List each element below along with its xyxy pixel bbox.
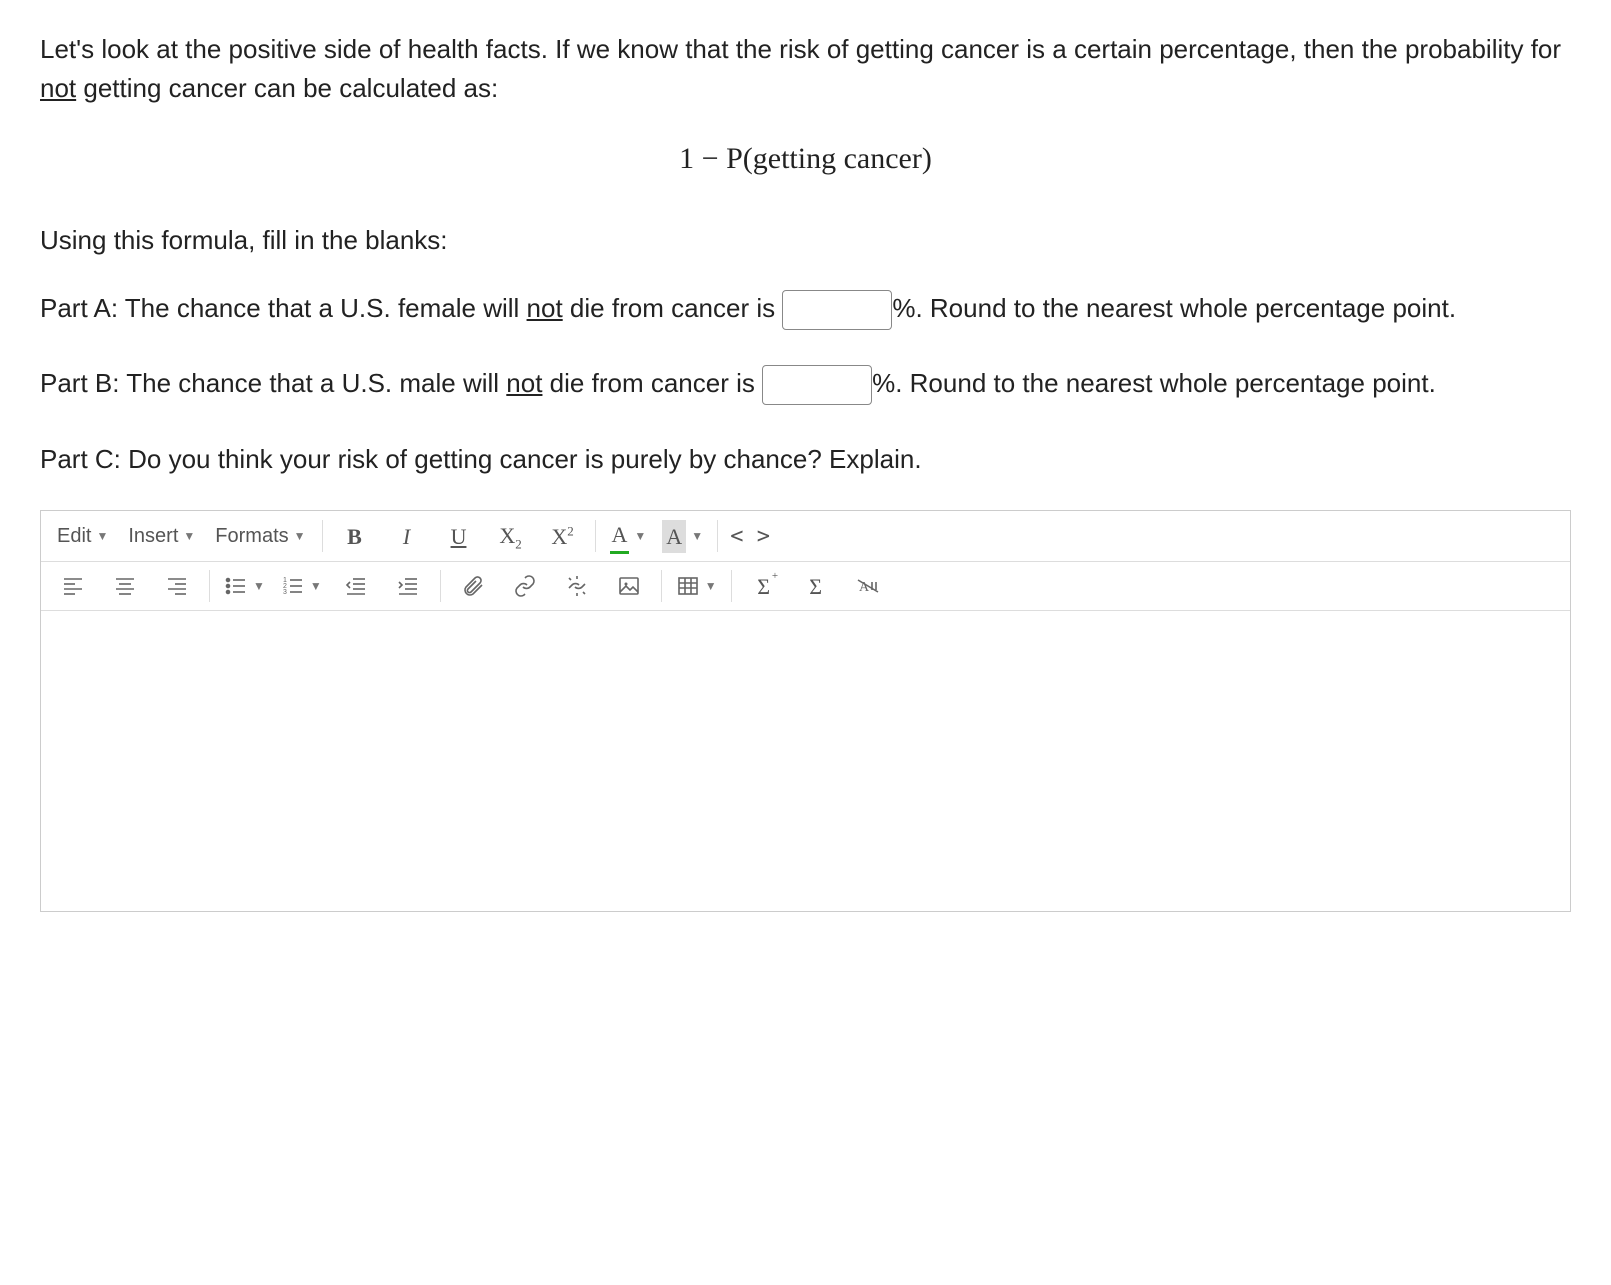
image-button[interactable] [603,566,655,606]
strike-code-icon: A [856,574,880,598]
bold-icon: B [347,520,362,553]
caret-down-icon: ▼ [705,577,717,595]
image-icon [617,574,641,598]
underline-button[interactable]: U [433,516,485,556]
insert-menu-label: Insert [128,521,178,551]
superscript-button[interactable]: X2 [537,516,589,556]
attachment-button[interactable] [447,566,499,606]
part-b-post: %. Round to the nearest whole percentage… [872,368,1436,398]
equation-new-button[interactable]: Σ+ [738,566,790,606]
bg-color-button[interactable]: A ▼ [654,516,711,556]
caret-down-icon: ▼ [253,577,265,595]
bg-color-icon: A [662,520,686,553]
bold-button[interactable]: B [329,516,381,556]
intro-not: not [40,73,76,103]
part-b-pre: Part B: The chance that a U.S. male will [40,368,506,398]
link-button[interactable] [499,566,551,606]
subscript-icon: X2 [499,519,521,554]
part-b-input[interactable] [762,365,872,405]
sigma-icon: Σ [809,570,822,603]
subscript-button[interactable]: X2 [485,516,537,556]
numbered-list-button[interactable]: 123 ▼ [273,566,330,606]
caret-down-icon: ▼ [634,527,646,545]
italic-button[interactable]: I [381,516,433,556]
numbered-list-icon: 123 [281,574,305,598]
align-left-button[interactable] [47,566,99,606]
sigma-plus-icon: Σ+ [757,570,770,603]
link-icon [513,574,537,598]
unlink-button[interactable] [551,566,603,606]
rich-text-editor: Edit ▼ Insert ▼ Formats ▼ B I U X2 X2 A … [40,510,1571,912]
strikethrough-code-button[interactable]: A [842,566,894,606]
equation-button[interactable]: Σ [790,566,842,606]
indent-button[interactable] [382,566,434,606]
edit-menu[interactable]: Edit ▼ [47,515,118,557]
intro-text-a: Let's look at the positive side of healt… [40,34,1561,64]
part-a-post: %. Round to the nearest whole percentage… [892,293,1456,323]
insert-menu[interactable]: Insert ▼ [118,515,205,557]
align-left-icon [61,574,85,598]
separator [595,520,596,552]
part-b-not: not [506,368,542,398]
formats-menu[interactable]: Formats ▼ [205,515,315,557]
superscript-icon: X2 [551,520,573,553]
bullet-list-icon [224,574,248,598]
formula: 1 − P(getting cancer) [40,136,1571,181]
part-a-input[interactable] [782,290,892,330]
separator [717,520,718,552]
separator [440,570,441,602]
separator [209,570,210,602]
separator [731,570,732,602]
part-c: Part C: Do you think your risk of gettin… [40,435,1571,484]
instruction: Using this formula, fill in the blanks: [40,221,1571,260]
part-b-mid: die from cancer is [542,368,762,398]
caret-down-icon: ▼ [310,577,322,595]
code-icon: < > [730,520,770,553]
intro-text-b: getting cancer can be calculated as: [76,73,498,103]
edit-menu-label: Edit [57,521,91,551]
paperclip-icon [461,574,485,598]
intro-paragraph: Let's look at the positive side of healt… [40,30,1571,108]
caret-down-icon: ▼ [183,527,195,545]
italic-icon: I [403,520,410,553]
separator [661,570,662,602]
caret-down-icon: ▼ [96,527,108,545]
align-right-icon [165,574,189,598]
align-center-button[interactable] [99,566,151,606]
svg-text:3: 3 [283,589,287,596]
part-a-not: not [527,293,563,323]
code-button[interactable]: < > [724,516,776,556]
toolbar-row-2: ▼ 123 ▼ ▼ Σ+ [41,562,1570,611]
part-a-mid: die from cancer is [563,293,783,323]
separator [322,520,323,552]
formats-menu-label: Formats [215,521,288,551]
caret-down-icon: ▼ [294,527,306,545]
part-a-pre: Part A: The chance that a U.S. female wi… [40,293,527,323]
outdent-button[interactable] [330,566,382,606]
underline-icon: U [451,520,467,553]
align-center-icon [113,574,137,598]
table-button[interactable]: ▼ [668,566,725,606]
table-icon [676,574,700,598]
outdent-icon [344,574,368,598]
align-right-button[interactable] [151,566,203,606]
bullet-list-button[interactable]: ▼ [216,566,273,606]
text-color-button[interactable]: A ▼ [602,516,655,556]
unlink-icon [565,574,589,598]
indent-icon [396,574,420,598]
part-b: Part B: The chance that a U.S. male will… [40,359,1571,408]
caret-down-icon: ▼ [691,527,703,545]
editor-body[interactable] [41,611,1570,911]
toolbar-row-1: Edit ▼ Insert ▼ Formats ▼ B I U X2 X2 A … [41,511,1570,562]
text-color-icon: A [610,518,630,554]
part-a: Part A: The chance that a U.S. female wi… [40,284,1571,333]
